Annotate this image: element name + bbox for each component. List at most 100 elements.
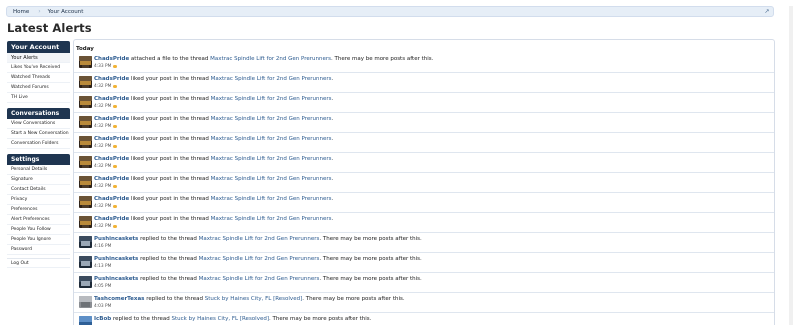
alert-text: ChadsPride attached a file to the thread… — [94, 56, 433, 62]
sidebar-item-log-out[interactable]: Log Out — [7, 258, 70, 268]
alert-thread-link[interactable]: Maxtrac Spindle Lift for 2nd Gen Prerunn… — [211, 136, 332, 142]
alert-time-text: 4:32 PM — [94, 204, 112, 209]
alert-username-link[interactable]: IcBob — [94, 316, 111, 322]
scrollbar[interactable] — [775, 0, 799, 325]
alert-username-link[interactable]: Pushincaskets — [94, 236, 138, 242]
sidebar-item-watched-forums[interactable]: Watched Forums — [7, 83, 70, 93]
sidebar-item-personal-details[interactable]: Personal Details — [7, 165, 70, 175]
sidebar-heading-settings[interactable]: Settings — [7, 154, 70, 165]
alert-thread-link[interactable]: Stuck by Haines City, FL [Resolved] — [205, 296, 303, 302]
sidebar-item-preferences[interactable]: Preferences — [7, 205, 70, 215]
alert-time-text: 4:32 PM — [94, 224, 112, 229]
alert-username-link[interactable]: ChadsPride — [94, 196, 129, 202]
alert-text: ChadsPride liked your post in the thread… — [94, 96, 333, 102]
alert-timestamp: 4:32 PM — [94, 204, 117, 209]
breadcrumb-separator-icon: › — [38, 8, 41, 15]
sidebar-item-people-you-follow[interactable]: People You Follow — [7, 225, 70, 235]
section-label-today: Today — [76, 46, 94, 52]
alert-thread-link[interactable]: Stuck by Haines City, FL [Resolved] — [171, 316, 269, 322]
avatar[interactable] — [79, 296, 92, 308]
breadcrumb-your-account[interactable]: Your Account — [42, 7, 92, 16]
alert-thread-link[interactable]: Maxtrac Spindle Lift for 2nd Gen Prerunn… — [199, 256, 320, 262]
alert-thread-link[interactable]: Maxtrac Spindle Lift for 2nd Gen Prerunn… — [199, 236, 320, 242]
alert-trailing-text: . There may be more posts after this. — [319, 256, 422, 262]
sidebar-item-th-live[interactable]: TH Live — [7, 93, 70, 103]
avatar[interactable] — [79, 256, 92, 268]
alert-username-link[interactable]: ChadsPride — [94, 96, 129, 102]
alert-trailing-text: . There may be more posts after this. — [330, 56, 434, 62]
alert-row: ChadsPride liked your post in the thread… — [74, 153, 774, 173]
avatar[interactable] — [79, 116, 92, 128]
alert-thread-link[interactable]: Maxtrac Spindle Lift for 2nd Gen Prerunn… — [211, 76, 332, 82]
sidebar-item-password[interactable]: Password — [7, 245, 70, 255]
alert-time-text: 4:32 PM — [94, 164, 112, 169]
alert-trailing-text: . — [331, 156, 334, 162]
new-alert-dot-icon — [113, 164, 117, 169]
avatar[interactable] — [79, 76, 92, 88]
alert-thread-link[interactable]: Maxtrac Spindle Lift for 2nd Gen Prerunn… — [211, 156, 332, 162]
avatar[interactable] — [79, 176, 92, 188]
jump-to-icon[interactable]: ↗ — [763, 8, 771, 15]
avatar[interactable] — [79, 136, 92, 148]
sidebar-item-contact-details[interactable]: Contact Details — [7, 185, 70, 195]
alert-thread-link[interactable]: Maxtrac Spindle Lift for 2nd Gen Prerunn… — [211, 96, 332, 102]
alert-username-link[interactable]: ChadsPride — [94, 56, 129, 62]
sidebar-item-signature[interactable]: Signature — [7, 175, 70, 185]
alert-timestamp: 4:32 PM — [94, 124, 117, 129]
avatar[interactable] — [79, 56, 92, 68]
alert-username-link[interactable]: ChadsPride — [94, 136, 129, 142]
new-alert-dot-icon — [113, 64, 117, 69]
alert-text: Pushincaskets replied to the thread Maxt… — [94, 256, 422, 262]
alert-username-link[interactable]: ChadsPride — [94, 176, 129, 182]
alert-username-link[interactable]: ChadsPride — [94, 156, 129, 162]
alert-action-text: liked your post in the thread — [129, 96, 211, 102]
breadcrumb-home[interactable]: Home — [7, 7, 37, 16]
alert-thread-link[interactable]: Maxtrac Spindle Lift for 2nd Gen Prerunn… — [211, 116, 332, 122]
sidebar-item-conversation-folders[interactable]: Conversation Folders — [7, 139, 70, 149]
alert-thread-link[interactable]: Maxtrac Spindle Lift for 2nd Gen Prerunn… — [199, 276, 320, 282]
alert-text: ChadsPride liked your post in the thread… — [94, 136, 333, 142]
sidebar-item-start-conversation[interactable]: Start a New Conversation — [7, 129, 70, 139]
sidebar-item-alert-preferences[interactable]: Alert Preferences — [7, 215, 70, 225]
sidebar-item-privacy[interactable]: Privacy — [7, 195, 70, 205]
alert-text: ChadsPride liked your post in the thread… — [94, 76, 333, 82]
sidebar-item-your-alerts[interactable]: Your Alerts — [7, 53, 70, 63]
alert-row: ChadsPride liked your post in the thread… — [74, 213, 774, 233]
alert-username-link[interactable]: ChadsPride — [94, 216, 129, 222]
alert-username-link[interactable]: ChadsPride — [94, 116, 129, 122]
alert-timestamp: 4:32 PM — [94, 84, 117, 89]
sidebar-heading-your-account[interactable]: Your Account — [7, 41, 70, 53]
sidebar-heading-conversations[interactable]: Conversations — [7, 108, 70, 119]
avatar[interactable] — [79, 96, 92, 108]
avatar[interactable] — [79, 236, 92, 248]
new-alert-dot-icon — [113, 84, 117, 89]
alert-username-link[interactable]: ChadsPride — [94, 76, 129, 82]
avatar[interactable] — [79, 316, 92, 325]
alert-row: ChadsPride liked your post in the thread… — [74, 173, 774, 193]
avatar[interactable] — [79, 276, 92, 288]
new-alert-dot-icon — [113, 144, 117, 149]
sidebar-item-watched-threads[interactable]: Watched Threads — [7, 73, 70, 83]
alert-thread-link[interactable]: Maxtrac Spindle Lift for 2nd Gen Prerunn… — [211, 216, 332, 222]
alert-thread-link[interactable]: Maxtrac Spindle Lift for 2nd Gen Prerunn… — [210, 56, 331, 62]
alert-username-link[interactable]: TashcomerTexas — [94, 296, 144, 302]
scrollbar-track[interactable] — [789, 6, 793, 325]
new-alert-dot-icon — [113, 104, 117, 109]
sidebar-item-view-conversations[interactable]: View Conversations — [7, 119, 70, 129]
alert-time-text: 4:32 PM — [94, 184, 112, 189]
avatar[interactable] — [79, 196, 92, 208]
alert-action-text: replied to the thread — [138, 276, 199, 282]
alerts-list: ChadsPride attached a file to the thread… — [74, 53, 774, 325]
alert-username-link[interactable]: Pushincaskets — [94, 256, 138, 262]
sidebar-item-likes-received[interactable]: Likes You've Received — [7, 63, 70, 73]
alert-thread-link[interactable]: Maxtrac Spindle Lift for 2nd Gen Prerunn… — [211, 176, 332, 182]
alert-timestamp: 4:16 PM — [94, 244, 111, 249]
avatar[interactable] — [79, 216, 92, 228]
avatar[interactable] — [79, 156, 92, 168]
alert-timestamp: 4:32 PM — [94, 164, 117, 169]
new-alert-dot-icon — [113, 224, 117, 229]
alert-row: ChadsPride liked your post in the thread… — [74, 73, 774, 93]
alert-thread-link[interactable]: Maxtrac Spindle Lift for 2nd Gen Prerunn… — [211, 196, 332, 202]
sidebar-item-people-you-ignore[interactable]: People You Ignore — [7, 235, 70, 245]
alert-username-link[interactable]: Pushincaskets — [94, 276, 138, 282]
